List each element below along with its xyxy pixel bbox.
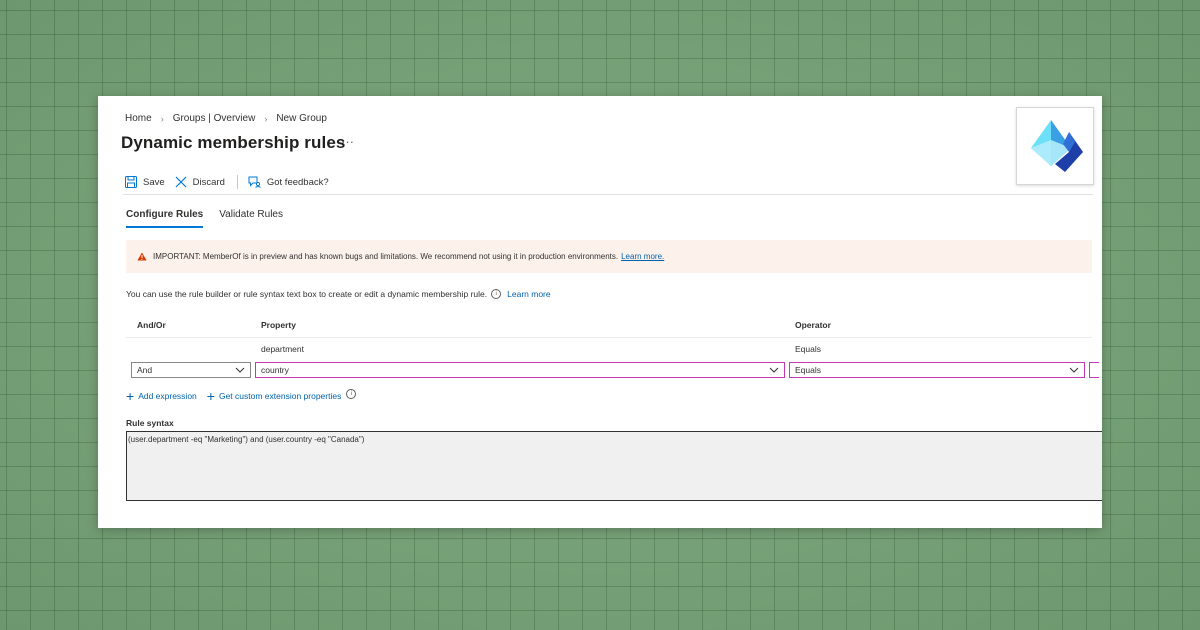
portal-panel: Home › Groups | Overview › New Group Dyn…	[98, 96, 1102, 528]
chevron-down-icon	[235, 367, 245, 373]
intro-text: You can use the rule builder or rule syn…	[126, 289, 488, 299]
and-or-dropdown[interactable]: And	[131, 362, 251, 378]
toolbar-divider	[236, 175, 238, 189]
row-property-value: department	[261, 344, 304, 354]
command-bar: Save Discard Got feedback?	[125, 175, 339, 189]
custom-extension-properties-button[interactable]: + Get custom extension properties i	[207, 389, 357, 403]
chevron-right-icon: ›	[160, 113, 164, 124]
tab-configure-rules[interactable]: Configure Rules	[126, 209, 204, 228]
info-icon[interactable]: i	[491, 289, 502, 299]
add-expression-button[interactable]: + Add expression	[126, 388, 197, 404]
breadcrumb-new-group[interactable]: New Group	[276, 113, 327, 124]
warning-learn-more-link[interactable]: Learn more.	[621, 252, 664, 261]
column-header-operator: Operator	[795, 320, 831, 330]
feedback-button[interactable]: Got feedback?	[248, 176, 329, 188]
column-header-property: Property	[261, 320, 296, 330]
info-icon[interactable]: i	[346, 389, 357, 399]
entra-id-logo-icon	[1016, 107, 1094, 185]
operator-dropdown[interactable]: Equals	[789, 362, 1085, 378]
discard-button[interactable]: Discard	[175, 176, 225, 188]
property-dropdown[interactable]: country	[255, 362, 785, 378]
column-header-and-or: And/Or	[137, 320, 166, 330]
more-options-icon[interactable]: ···	[341, 134, 354, 149]
rule-syntax-text: (user.department -eq "Marketing") and (u…	[128, 435, 365, 444]
plus-icon: +	[126, 388, 135, 404]
breadcrumb: Home › Groups | Overview › New Group	[125, 113, 327, 124]
chevron-down-icon	[1069, 367, 1079, 373]
chevron-right-icon: ›	[264, 113, 268, 124]
intro-learn-more-link[interactable]: Learn more	[507, 289, 550, 299]
page-title: Dynamic membership rules	[121, 133, 346, 152]
property-dropdown-value: country	[261, 365, 289, 375]
and-or-dropdown-value: And	[137, 365, 153, 375]
value-input-partial[interactable]	[1089, 362, 1099, 378]
row-operator-value: Equals	[795, 344, 821, 354]
plus-icon: +	[206, 388, 215, 404]
rule-actions: + Add expression + Get custom extension …	[126, 388, 357, 404]
operator-dropdown-value: Equals	[795, 365, 821, 375]
intro-text-row: You can use the rule builder or rule syn…	[126, 289, 551, 299]
save-icon	[125, 176, 137, 188]
header-divider	[126, 337, 1092, 338]
save-button[interactable]: Save	[125, 176, 165, 188]
add-expression-label: Add expression	[138, 391, 197, 401]
rule-syntax-label: Rule syntax	[126, 418, 174, 428]
tab-validate-rules[interactable]: Validate Rules	[219, 209, 283, 228]
tab-bar: Configure Rules Validate Rules	[126, 209, 283, 228]
preview-warning-banner: IMPORTANT: MemberOf is in preview and ha…	[126, 240, 1092, 273]
close-icon	[175, 176, 187, 188]
save-label: Save	[143, 176, 165, 188]
discard-label: Discard	[192, 176, 225, 188]
custom-extension-label: Get custom extension properties	[218, 391, 342, 401]
feedback-label: Got feedback?	[266, 176, 329, 188]
toolbar-divider-line	[123, 194, 1093, 195]
warning-text: IMPORTANT: MemberOf is in preview and ha…	[153, 252, 619, 261]
feedback-icon	[248, 176, 261, 188]
rule-syntax-textbox[interactable]: (user.department -eq "Marketing") and (u…	[126, 431, 1102, 501]
chevron-down-icon	[769, 367, 779, 373]
warning-icon	[137, 252, 147, 261]
breadcrumb-groups-overview[interactable]: Groups | Overview	[173, 113, 256, 124]
breadcrumb-home[interactable]: Home	[125, 113, 152, 124]
